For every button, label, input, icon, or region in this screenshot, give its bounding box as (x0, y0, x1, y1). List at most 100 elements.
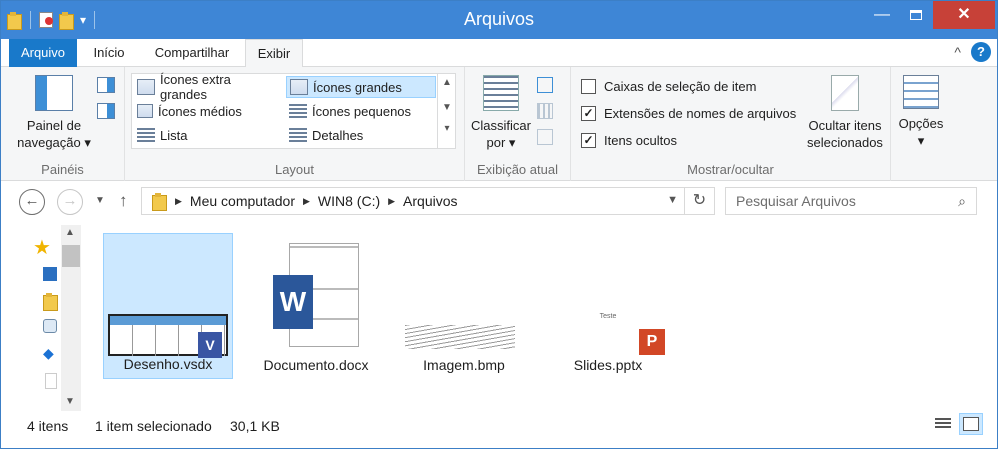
ribbon: Painel de navegação ▾ Painéis Layout Íco… (1, 67, 997, 181)
layout-extra-large-icons[interactable]: Ícones extra grandes (134, 72, 284, 102)
title-bar: ▾ Arquivos — ✕ (1, 1, 997, 39)
sort-by-label: Classificar (471, 118, 531, 133)
close-button[interactable]: ✕ (933, 1, 995, 29)
checkbox[interactable] (581, 79, 596, 94)
hide-selected-icon (831, 75, 859, 111)
up-arrow-icon[interactable]: ↑ (119, 191, 128, 211)
document-icon[interactable] (45, 373, 57, 389)
maximize-button[interactable] (902, 1, 930, 29)
address-bar[interactable]: ▶ Meu computador ▶ WIN8 (C:) ▶ Arquivos … (141, 187, 715, 215)
file-name: Desenho.vsdx (123, 356, 213, 372)
preview-pane-icon[interactable] (97, 77, 115, 93)
layout-large-icons[interactable]: Ícones grandes (286, 76, 436, 98)
sort-by-button[interactable]: Classificar por ▾ (469, 75, 533, 151)
checkbox-checked[interactable]: ✓ (581, 133, 596, 148)
layout-small-icons[interactable]: Ícones pequenos (286, 100, 436, 122)
checkbox-label: Extensões de nomes de arquivos (604, 106, 797, 121)
breadcrumb-separator-icon[interactable]: ▶ (388, 196, 395, 207)
recent-locations-icon[interactable]: ▼ (95, 195, 105, 206)
powerpoint-icon: P (639, 329, 665, 355)
scroll-down-icon[interactable]: ▼ (438, 102, 456, 113)
file-extensions-toggle[interactable]: ✓ Extensões de nomes de arquivos (581, 106, 796, 121)
maximize-icon (910, 9, 922, 20)
visio-thumbnail-icon: V (108, 314, 228, 358)
file-item-documento[interactable]: W Documento.docx (251, 233, 381, 379)
options-label: Opções (898, 116, 944, 131)
file-item-imagem[interactable]: Imagem.bmp (399, 233, 529, 379)
refresh-icon[interactable]: ↻ (684, 188, 714, 214)
hide-selected-label-2: selecionados (807, 135, 883, 150)
layout-option-label: Ícones médios (158, 103, 242, 119)
group-by-icon[interactable] (537, 77, 553, 93)
large-icons-view-button[interactable] (959, 413, 983, 435)
ribbon-tabs: Arquivo Início Compartilhar Exibir ^ ? (1, 39, 997, 68)
tab-arquivo[interactable]: Arquivo (9, 39, 77, 67)
slide-thumbnail-text: Teste (599, 313, 617, 320)
libraries-icon[interactable] (43, 293, 58, 312)
homegroup-icon[interactable] (43, 319, 57, 333)
group-label-layout: Layout (274, 162, 315, 177)
scrollbar-thumb[interactable] (62, 245, 80, 267)
search-icon: ⌕ (958, 193, 966, 209)
options-button[interactable]: Opções ▾ (895, 75, 947, 149)
expand-gallery-icon[interactable]: ▾ (438, 123, 456, 134)
sort-by-icon (483, 75, 519, 111)
tab-compartilhar[interactable]: Compartilhar (143, 39, 241, 67)
status-bar: 4 itens 1 item selecionado 30,1 KB (1, 411, 997, 448)
help-button[interactable]: ? (971, 42, 991, 62)
layout-gallery: Ícones extra grandes Ícones grandes Ícon… (131, 72, 456, 149)
tab-exibir[interactable]: Exibir (245, 39, 303, 68)
hidden-items-toggle[interactable]: ✓ Itens ocultos (581, 133, 677, 148)
layout-gallery-scroll[interactable]: ▲ ▼ ▾ (437, 73, 456, 149)
forward-button[interactable]: → (57, 189, 83, 215)
details-view-button[interactable] (931, 413, 955, 435)
word-document-icon: W (273, 243, 359, 347)
file-item-desenho[interactable]: V Desenho.vsdx (103, 233, 233, 379)
item-count: 4 itens (27, 418, 69, 434)
navigation-pane-button[interactable]: Painel de navegação ▾ (11, 75, 97, 151)
address-history-icon[interactable]: ▼ (667, 194, 678, 206)
layout-details[interactable]: Detalhes (286, 124, 436, 146)
back-button[interactable]: ← (19, 189, 45, 215)
layout-option-label: Ícones pequenos (312, 103, 412, 119)
layout-option-label: Ícones extra grandes (160, 72, 231, 102)
layout-medium-icons[interactable]: Ícones médios (134, 100, 284, 122)
scroll-down-icon[interactable]: ▼ (65, 396, 75, 407)
collapse-ribbon-icon[interactable]: ^ (954, 44, 961, 60)
breadcrumb-separator-icon[interactable]: ▶ (175, 196, 182, 207)
breadcrumb-separator-icon[interactable]: ▶ (303, 196, 310, 207)
size-columns-icon (537, 129, 553, 145)
large-icons-icon (290, 79, 308, 95)
checkbox-label: Caixas de seleção de item (604, 79, 757, 94)
hide-selected-label: Ocultar itens (808, 118, 882, 133)
breadcrumb-arquivos[interactable]: Arquivos (403, 193, 457, 209)
layout-option-label: Ícones grandes (313, 79, 402, 95)
file-view: V Desenho.vsdx W Documento.docx Imagem.b… (83, 225, 997, 411)
checkbox-checked[interactable]: ✓ (581, 106, 596, 121)
details-pane-icon[interactable] (97, 103, 115, 119)
breadcrumb-drive[interactable]: WIN8 (C:) (318, 193, 380, 209)
desktop-icon[interactable] (43, 267, 57, 281)
minimize-button[interactable]: — (862, 1, 902, 29)
list-icon (137, 128, 155, 142)
tab-inicio[interactable]: Início (83, 39, 135, 67)
navigation-pane-label: Painel de (26, 118, 82, 133)
hide-selected-items-button[interactable]: Ocultar itens selecionados (803, 75, 887, 151)
navigation-row: ← → ▼ ↑ ▶ Meu computador ▶ WIN8 (C:) ▶ A… (1, 187, 997, 217)
scroll-up-icon[interactable]: ▲ (65, 227, 75, 238)
checkbox-label: Itens ocultos (604, 133, 677, 148)
search-input[interactable]: Pesquisar Arquivos ⌕ (725, 187, 977, 215)
sort-by-label-2: por ▾ (486, 135, 516, 150)
navigation-pane-label-2: navegação ▾ (17, 135, 91, 150)
item-checkboxes-toggle[interactable]: Caixas de seleção de item (581, 79, 756, 94)
breadcrumb-my-computer[interactable]: Meu computador (190, 193, 295, 209)
dropbox-icon[interactable]: ◆ (43, 345, 54, 362)
layout-list[interactable]: Lista (134, 124, 284, 146)
favorites-star-icon[interactable]: ★ (33, 235, 51, 260)
file-item-slides[interactable]: Teste P Slides.pptx (543, 233, 673, 379)
details-view-icon (935, 418, 951, 430)
details-icon (289, 128, 307, 142)
scroll-up-icon[interactable]: ▲ (438, 77, 456, 88)
group-label-panes: Painéis (41, 162, 84, 177)
options-icon (903, 75, 939, 109)
